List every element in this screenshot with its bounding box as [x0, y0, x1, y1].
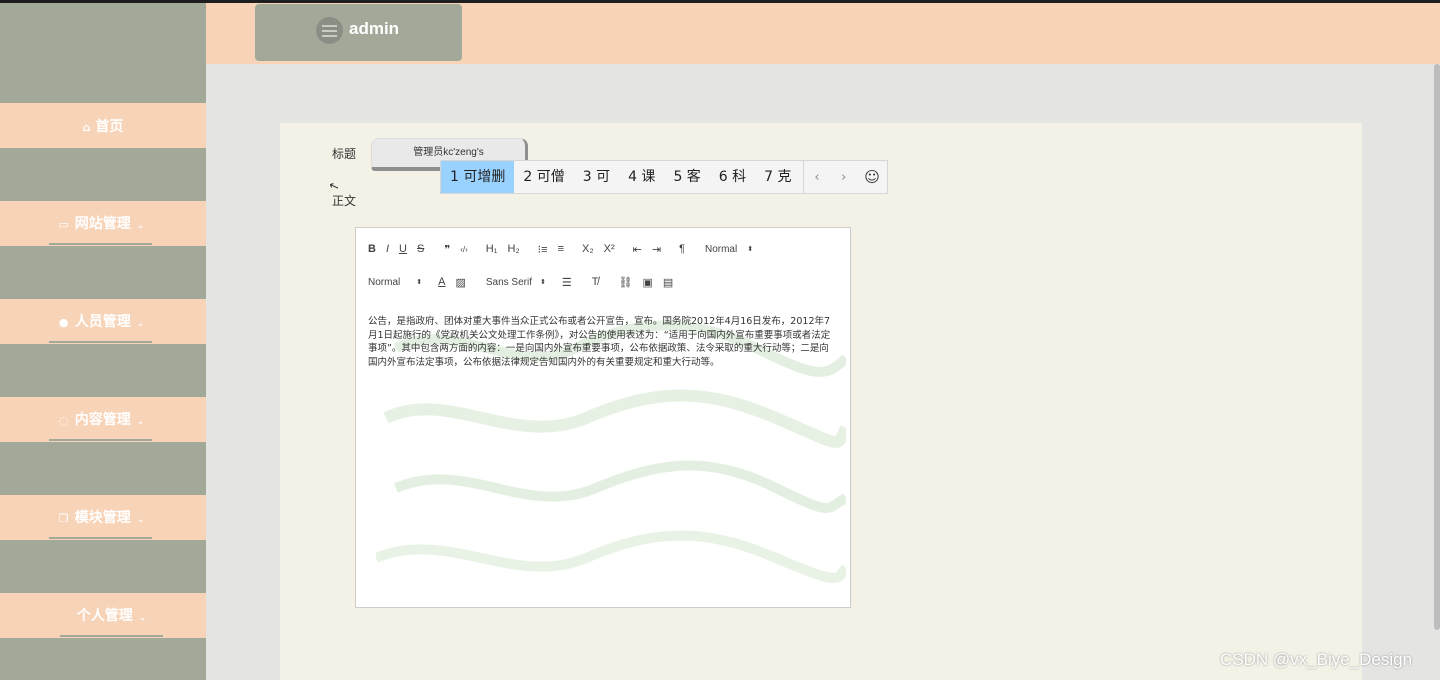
user-icon: ● — [58, 316, 69, 329]
ime-candidate[interactable]: 5 客 — [664, 161, 709, 193]
header-1-button[interactable]: H₁ — [486, 243, 498, 255]
csdn-watermark: CSDN @vx_Biye_Design — [1220, 650, 1413, 669]
emoji-icon[interactable]: ☺ — [857, 168, 887, 186]
size-select[interactable]: Normal — [368, 277, 400, 288]
sidebar-group-header[interactable]: ● 人员管理 ⌄ — [49, 311, 152, 343]
image-icon[interactable]: ▣ — [642, 276, 652, 289]
editor-content[interactable]: 公告，是指政府、团体对重大事件当众正式公布或者公开宣告，宣布。国务院2012年4… — [368, 315, 838, 369]
ime-prev-page-icon[interactable]: ‹ — [804, 170, 831, 185]
title-label: 标题 — [332, 147, 357, 161]
superscript-button[interactable]: X² — [604, 243, 615, 255]
ime-candidate-bar: 1 可增删 2 可僧 3 可 4 课 5 客 6 科 7 克 ‹ › ☺ — [440, 160, 888, 194]
page-scrollbar[interactable] — [1434, 64, 1440, 630]
user-menu[interactable]: admin — [255, 4, 462, 61]
code-block-button[interactable]: ‹/› — [460, 245, 468, 254]
avatar — [316, 17, 343, 44]
sidebar-group-header[interactable]: ❐ 模块管理 ⌄ — [49, 507, 152, 539]
background-color-icon[interactable]: ▨ — [455, 276, 465, 289]
ime-candidate[interactable]: 6 科 — [710, 161, 755, 193]
sidebar-item-content-management[interactable]: ◌ 内容管理 ⌄ — [0, 397, 206, 442]
strike-button[interactable]: S — [417, 243, 424, 255]
sidebar-group-header[interactable]: 个人管理 ⌄ — [60, 605, 163, 637]
ime-candidate[interactable]: 1 可增删 — [441, 161, 515, 193]
chevron-updown-icon: ⬍ — [416, 279, 423, 286]
chevron-updown-icon: ⬍ — [540, 279, 546, 286]
align-icon[interactable]: ☰ — [562, 276, 572, 289]
sidebar-home-link[interactable]: ⌂ 首页 — [83, 116, 124, 136]
sidebar-group-header[interactable]: ▭ 网站管理 ⌄ — [49, 213, 152, 245]
ime-candidate[interactable]: 7 克 — [755, 161, 800, 193]
underline-button[interactable]: U — [399, 243, 407, 255]
sidebar-item-label: 网站管理 — [74, 216, 131, 232]
chevron-down-icon: ⌄ — [136, 221, 145, 231]
sidebar-item-label: 首页 — [95, 119, 124, 135]
app-root: ⌂ 首页 ▭ 网站管理 ⌄ ● 人员管理 ⌄ ◌ 内容管理 ⌄ ❐ 模块管理 ⌄ — [0, 0, 1440, 680]
header-2-button[interactable]: H₂ — [507, 243, 519, 255]
username: admin — [349, 19, 400, 38]
bullet-list-button[interactable]: ≡ — [558, 243, 564, 255]
chat-icon: ◌ — [58, 414, 69, 427]
indent-button[interactable]: ⇥ — [652, 243, 661, 256]
home-icon: ⌂ — [82, 121, 91, 134]
ordered-list-button[interactable]: ⁝≡ — [538, 243, 548, 256]
sidebar-item-personal-management[interactable]: 个人管理 ⌄ — [0, 593, 206, 638]
font-color-icon[interactable]: A — [438, 276, 445, 288]
editor-toolbar-row-1: B I U S ❞ ‹/› H₁ H₂ ⁝≡ ≡ X₂ X² ⇤ ⇥ ¶ Nor… — [368, 240, 763, 258]
subscript-button[interactable]: X₂ — [582, 243, 594, 255]
sidebar-item-label: 模块管理 — [74, 510, 131, 526]
chevron-down-icon: ⌄ — [136, 515, 145, 525]
text-direction-button[interactable]: ¶ — [679, 243, 685, 255]
chevron-down-icon: ⌄ — [136, 417, 145, 427]
clear-format-icon[interactable]: T̸ — [592, 276, 599, 288]
monitor-icon: ▭ — [58, 218, 69, 231]
sidebar-item-personnel-management[interactable]: ● 人员管理 ⌄ — [0, 299, 206, 344]
rich-text-editor[interactable]: B I U S ❞ ‹/› H₁ H₂ ⁝≡ ≡ X₂ X² ⇤ ⇥ ¶ Nor… — [355, 227, 851, 608]
copy-icon: ❐ — [58, 512, 69, 525]
header-select[interactable]: Normal — [705, 244, 737, 255]
sidebar-item-label: 内容管理 — [74, 412, 131, 428]
font-select[interactable]: Sans Serif — [486, 277, 532, 288]
ime-next-page-icon[interactable]: › — [830, 170, 857, 185]
video-icon[interactable]: ▤ — [663, 276, 673, 289]
link-icon[interactable]: ⛓ — [618, 276, 632, 289]
bold-button[interactable]: B — [368, 243, 376, 255]
sidebar-group-header[interactable]: ◌ 内容管理 ⌄ — [49, 409, 152, 441]
sidebar-item-website-management[interactable]: ▭ 网站管理 ⌄ — [0, 201, 206, 246]
sidebar: ⌂ 首页 ▭ 网站管理 ⌄ ● 人员管理 ⌄ ◌ 内容管理 ⌄ ❐ 模块管理 ⌄ — [0, 3, 206, 680]
sidebar-item-label: 人员管理 — [74, 314, 131, 330]
outdent-button[interactable]: ⇤ — [633, 243, 642, 256]
sidebar-item-label: 个人管理 — [76, 608, 133, 624]
editor-toolbar-row-2: Normal ⬍ A ▨ Sans Serif ⬍ ☰ T̸ ⛓ ▣ ▤ — [368, 273, 683, 291]
chevron-updown-icon: ⬍ — [747, 246, 754, 253]
blockquote-button[interactable]: ❞ — [444, 243, 450, 256]
chevron-down-icon: ⌄ — [136, 319, 145, 329]
chevron-down-icon: ⌄ — [138, 613, 147, 623]
ime-candidate[interactable]: 2 可僧 — [514, 161, 573, 193]
body-label: 正文 — [332, 194, 357, 208]
sidebar-item-home[interactable]: ⌂ 首页 — [0, 103, 206, 148]
italic-button[interactable]: I — [386, 243, 389, 255]
sidebar-item-module-management[interactable]: ❐ 模块管理 ⌄ — [0, 495, 206, 540]
ime-candidate[interactable]: 3 可 — [574, 161, 619, 193]
ime-candidate[interactable]: 4 课 — [619, 161, 664, 193]
